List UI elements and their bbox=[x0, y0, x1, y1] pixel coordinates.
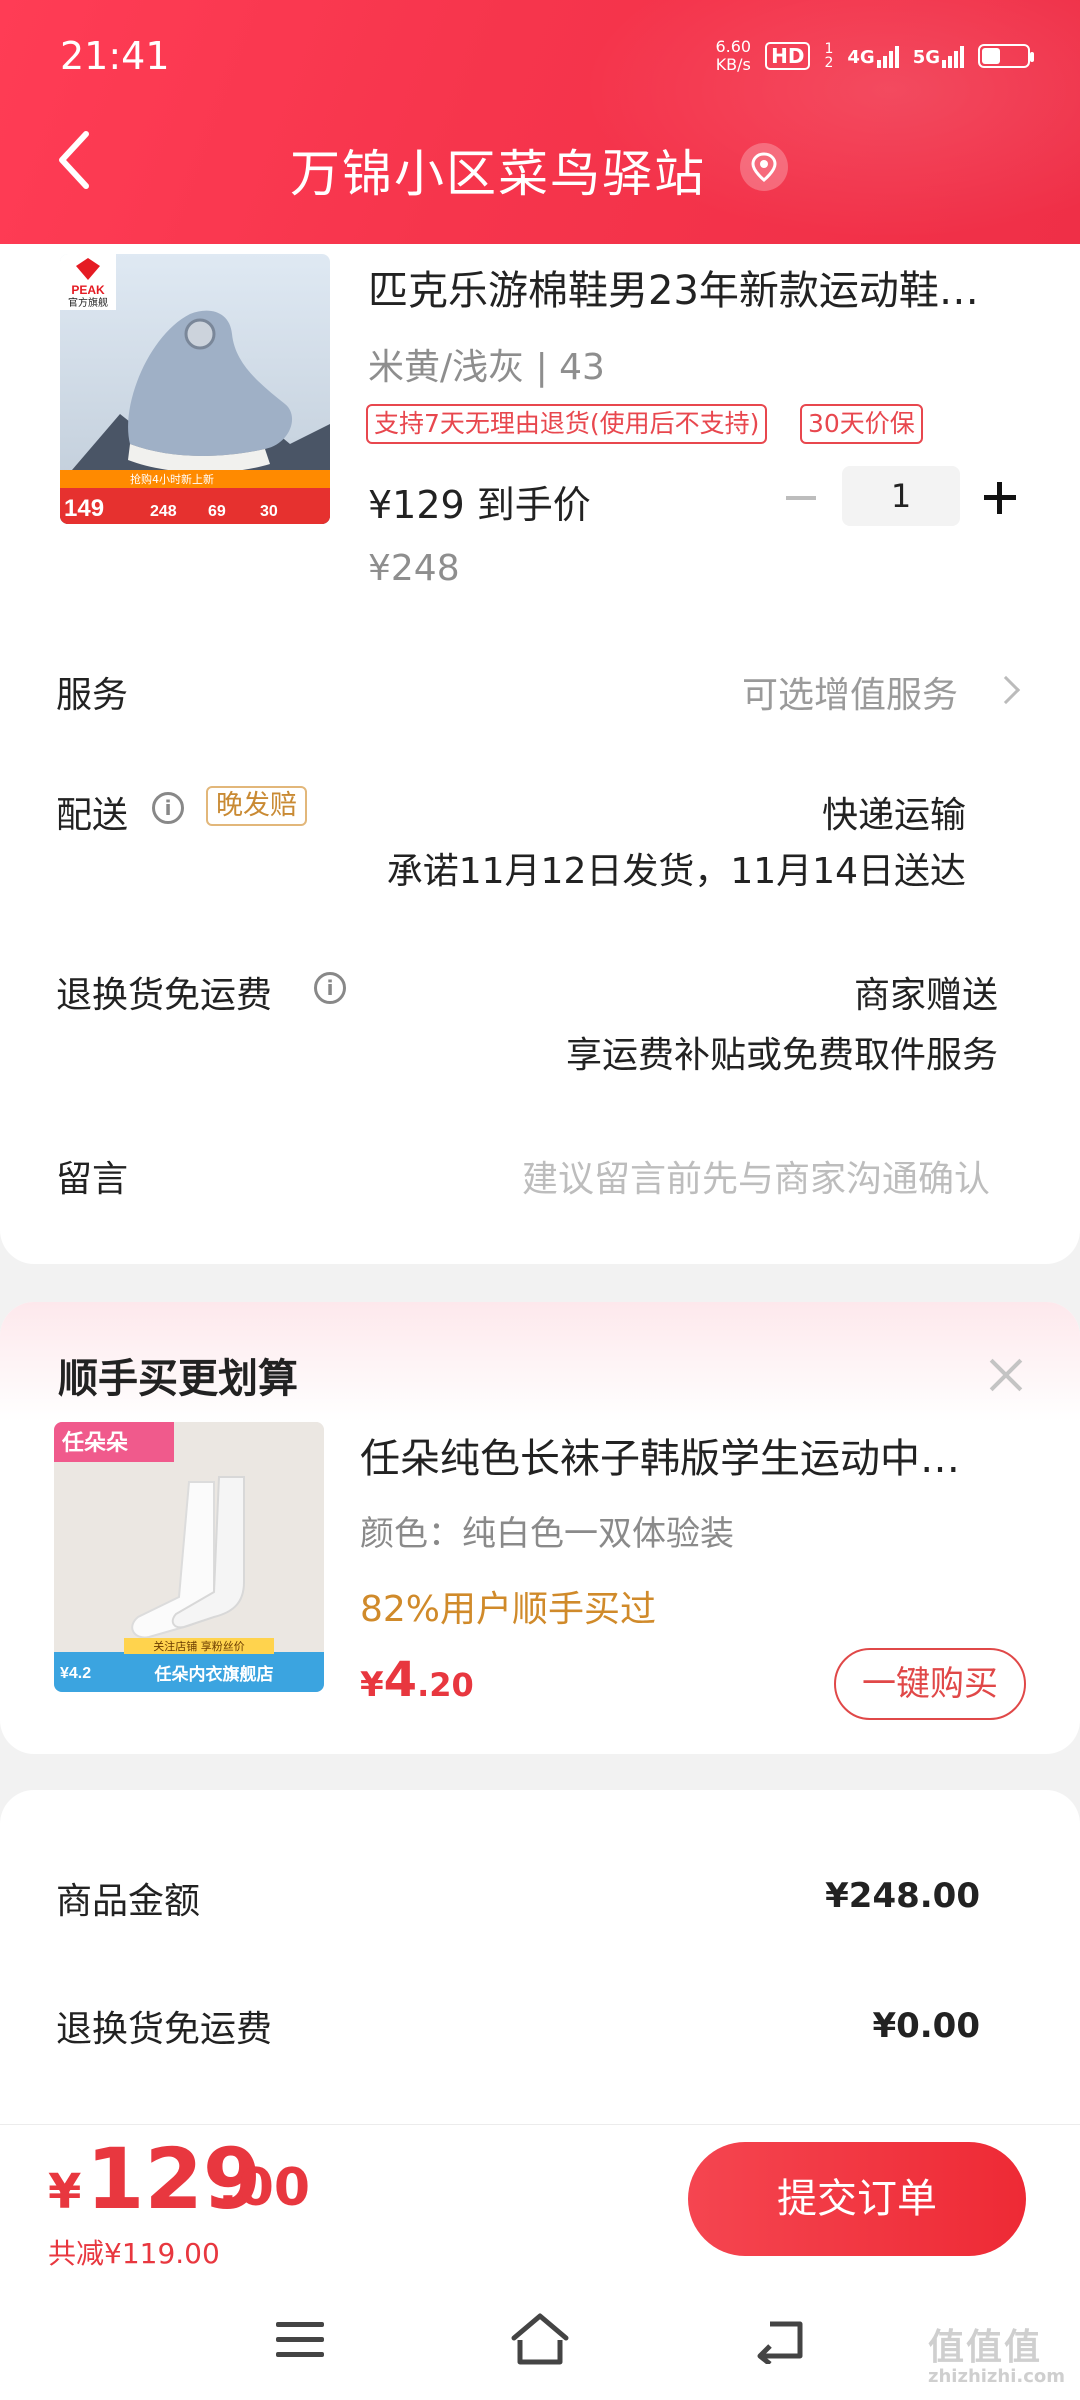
final-price: ¥129 到手价 bbox=[368, 483, 591, 527]
upsell-title: 顺手买更划算 bbox=[58, 1356, 298, 1402]
svg-text:248: 248 bbox=[150, 503, 177, 520]
status-icons: 6.60 KB/s HD 1 2 4G 5G bbox=[715, 37, 1034, 74]
total-saving: 共减¥119.00 bbox=[48, 2237, 220, 2270]
battery-icon bbox=[978, 44, 1034, 68]
product-spec[interactable]: 米黄/浅灰 | 43 bbox=[368, 338, 605, 390]
goods-amount-value: ¥248.00 bbox=[825, 1876, 980, 1916]
location-pin-icon bbox=[751, 152, 777, 182]
product-image[interactable]: PEAK 官方旗舰 抢购4小时新上新 149 248 69 30 bbox=[60, 254, 330, 524]
return-freight-label: 退换货免运费 bbox=[56, 975, 273, 1016]
message-label: 留言 bbox=[56, 1159, 129, 1200]
net-speed: 6.60 KB/s bbox=[715, 37, 752, 74]
price-protect-tag: 30天价保 bbox=[800, 404, 923, 444]
back-nav-icon[interactable] bbox=[756, 2316, 806, 2366]
original-price: ¥248 bbox=[368, 548, 460, 589]
quantity-increase-button[interactable] bbox=[980, 478, 1020, 518]
svg-text:官方旗舰: 官方旗舰 bbox=[68, 296, 108, 309]
late-compensation-badge: 晚发赔 bbox=[206, 786, 307, 826]
delivery-method[interactable]: 快递运输 bbox=[822, 786, 966, 838]
upsell-price: ¥4.20 bbox=[360, 1652, 474, 1708]
upsell-image[interactable]: 任朵朵 关注店铺 享粉丝价 ¥4.2 任朵内衣旗舰店 bbox=[54, 1422, 324, 1692]
svg-text:¥4.2: ¥4.2 bbox=[60, 1665, 91, 1682]
goods-amount-label: 商品金额 bbox=[56, 1881, 201, 1922]
delivery-promise: 承诺11月12日发货，11月14日送达 bbox=[386, 851, 966, 892]
quantity-input[interactable]: 1 bbox=[842, 466, 960, 526]
delivery-label: 配送 bbox=[56, 795, 129, 836]
site-watermark: 值值值 zhizhizhi.com bbox=[928, 2327, 1066, 2387]
page-title: 万锦小区菜鸟驿站 bbox=[290, 145, 706, 203]
location-button[interactable] bbox=[740, 143, 788, 191]
shoe-product-graphic: PEAK 官方旗舰 抢购4小时新上新 149 248 69 30 bbox=[60, 254, 330, 524]
svg-text:149: 149 bbox=[64, 495, 104, 522]
status-time: 21:41 bbox=[60, 34, 170, 78]
home-icon[interactable] bbox=[510, 2312, 570, 2368]
svg-text:69: 69 bbox=[208, 503, 226, 520]
submit-order-button[interactable]: 提交订单 bbox=[688, 2142, 1026, 2256]
hd-icon: HD bbox=[765, 42, 811, 70]
menu-icon[interactable] bbox=[276, 2320, 324, 2360]
socks-product-graphic: 任朵朵 关注店铺 享粉丝价 ¥4.2 任朵内衣旗舰店 bbox=[54, 1422, 324, 1692]
return-freight-desc: 享运费补贴或免费取件服务 bbox=[565, 1035, 998, 1076]
message-input[interactable]: 建议留言前先与商家沟通确认 bbox=[522, 1150, 990, 1202]
app-header: 21:41 6.60 KB/s HD 1 2 4G 5G 万锦小区菜鸟驿站 bbox=[0, 0, 1080, 244]
svg-text:任朵内衣旗舰店: 任朵内衣旗舰店 bbox=[154, 1664, 274, 1685]
freight-label: 退换货免运费 bbox=[56, 2009, 273, 2050]
signal-4g-icon: 4G bbox=[847, 44, 899, 68]
back-button[interactable] bbox=[56, 130, 96, 190]
svg-text:30: 30 bbox=[260, 503, 278, 520]
service-label: 服务 bbox=[56, 675, 129, 716]
one-click-buy-button[interactable]: 一键购买 bbox=[834, 1648, 1026, 1720]
return-policy-tag: 支持7天无理由退货(使用后不支持) bbox=[366, 404, 768, 444]
chevron-left-icon bbox=[59, 131, 89, 189]
upsell-promo: 82%用户顺手买过 bbox=[360, 1589, 657, 1630]
close-icon[interactable] bbox=[986, 1354, 1026, 1394]
svg-text:任朵朵: 任朵朵 bbox=[61, 1430, 128, 1456]
svg-text:PEAK: PEAK bbox=[71, 283, 105, 297]
sim-indicator: 1 2 bbox=[824, 41, 834, 71]
upsell-spec: 颜色：纯白色一双体验装 bbox=[360, 1514, 734, 1554]
total-currency: ¥ bbox=[48, 2164, 82, 2220]
info-icon[interactable]: i bbox=[152, 792, 184, 824]
product-title[interactable]: 匹克乐游棉鞋男23年新款运动鞋… bbox=[368, 258, 1018, 316]
freight-value: ¥0.00 bbox=[872, 2006, 980, 2046]
svg-text:抢购4小时新上新: 抢购4小时新上新 bbox=[130, 472, 214, 486]
price-summary-card bbox=[0, 1790, 1080, 2130]
info-icon[interactable]: i bbox=[314, 972, 346, 1004]
signal-5g-icon: 5G bbox=[913, 44, 964, 68]
service-option[interactable]: 可选增值服务 bbox=[742, 666, 958, 718]
upsell-product-name[interactable]: 任朵纯色长袜子韩版学生运动中… bbox=[360, 1426, 1010, 1484]
total-price-decimal: .00 bbox=[218, 2158, 311, 2218]
quantity-decrease-button[interactable] bbox=[780, 478, 820, 518]
svg-text:关注店铺 享粉丝价: 关注店铺 享粉丝价 bbox=[153, 1639, 245, 1653]
return-freight-value: 商家赠送 bbox=[853, 975, 998, 1016]
